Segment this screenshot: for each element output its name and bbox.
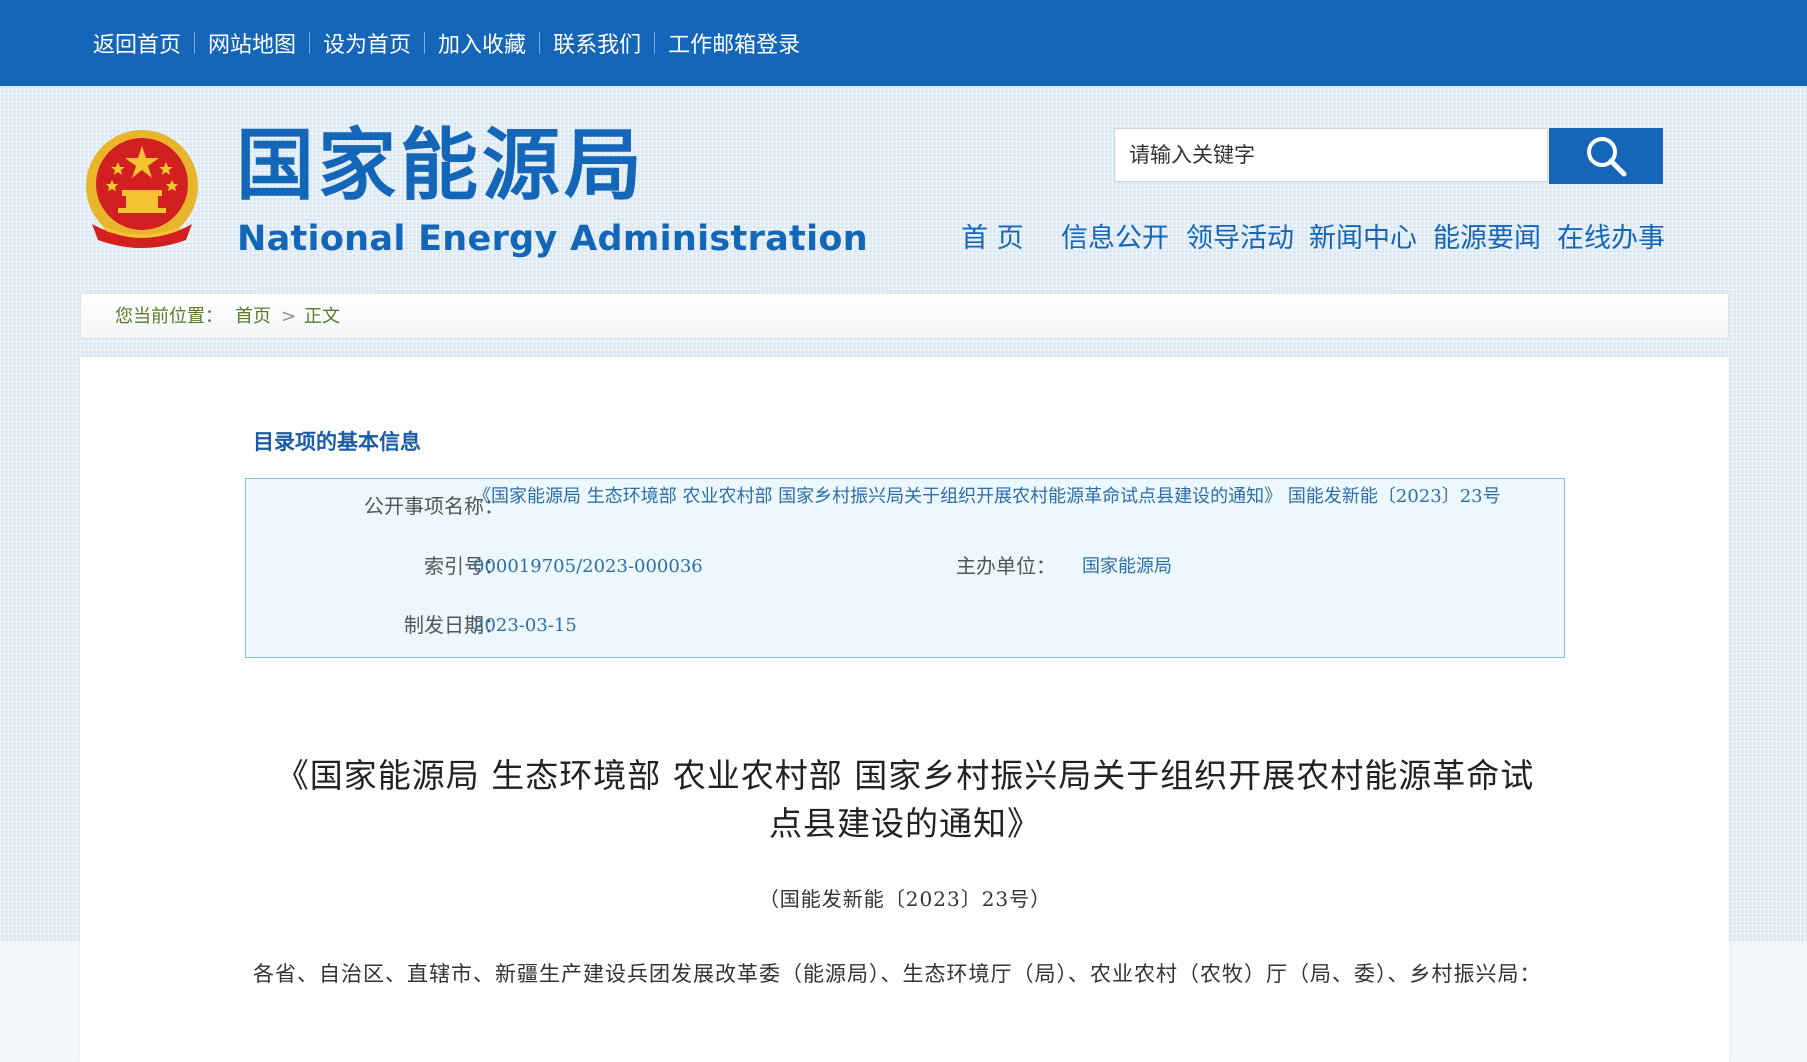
document-title: 《国家能源局 生态环境部 农业农村部 国家乡村振兴局关于组织开展农村能源革命试点… <box>275 756 1535 843</box>
search-button[interactable] <box>1549 128 1663 184</box>
link-set-homepage[interactable]: 设为首页 <box>310 27 424 59</box>
nav-news-center[interactable]: 新闻中心 <box>1309 214 1417 264</box>
value-index-number: 000019705/2023-000036 <box>473 556 703 577</box>
label-organizer: 主办单位： <box>956 554 1056 578</box>
link-work-email-login[interactable]: 工作邮箱登录 <box>655 27 813 59</box>
utility-links: 返回首页 网站地图 设为首页 加入收藏 联系我们 工作邮箱登录 <box>80 0 813 86</box>
breadcrumb-prefix: 您当前位置： <box>115 306 223 327</box>
site-title: 国家能源局 <box>236 121 647 211</box>
breadcrumb-current: 正文 <box>304 306 340 327</box>
breadcrumb-home[interactable]: 首页 <box>235 294 271 340</box>
search-input[interactable] <box>1114 128 1548 182</box>
link-back-home[interactable]: 返回首页 <box>80 27 194 59</box>
nav-energy-news[interactable]: 能源要闻 <box>1433 214 1541 264</box>
breadcrumb: 您当前位置： 首页 > 正文 <box>80 293 1729 339</box>
nav-online-services[interactable]: 在线办事 <box>1557 214 1665 264</box>
document-number: （国能发新能〔2023〕23号） <box>758 887 1052 911</box>
info-heading: 目录项的基本信息 <box>253 429 421 454</box>
top-utility-bar: 返回首页 网站地图 设为首页 加入收藏 联系我们 工作邮箱登录 <box>0 0 1807 86</box>
link-add-favorite[interactable]: 加入收藏 <box>425 27 539 59</box>
document-body: 各省、自治区、直辖市、新疆生产建设兵团发展改革委（能源局）、生态环境厅（局）、农… <box>253 962 1542 986</box>
nav-information-disclosure[interactable]: 信息公开 <box>1061 214 1169 264</box>
value-issue-date: 2023-03-15 <box>473 615 577 636</box>
link-site-map[interactable]: 网站地图 <box>195 27 309 59</box>
magnifier-icon <box>1587 137 1627 177</box>
breadcrumb-separator: > <box>281 306 297 327</box>
value-item-name: 《国家能源局 生态环境部 农业农村部 国家乡村振兴局关于组织开展农村能源革命试点… <box>473 486 1501 507</box>
nav-home[interactable]: 首 页 <box>961 214 1024 264</box>
site-subtitle: National Energy Administration <box>237 219 868 259</box>
info-table: 公开事项名称： 《国家能源局 生态环境部 农业农村部 国家乡村振兴局关于组织开展… <box>245 478 1565 658</box>
nav-leadership-activities[interactable]: 领导活动 <box>1186 214 1294 264</box>
national-emblem-icon[interactable] <box>82 128 202 250</box>
link-contact-us[interactable]: 联系我们 <box>540 27 654 59</box>
value-organizer: 国家能源局 <box>1082 556 1172 577</box>
